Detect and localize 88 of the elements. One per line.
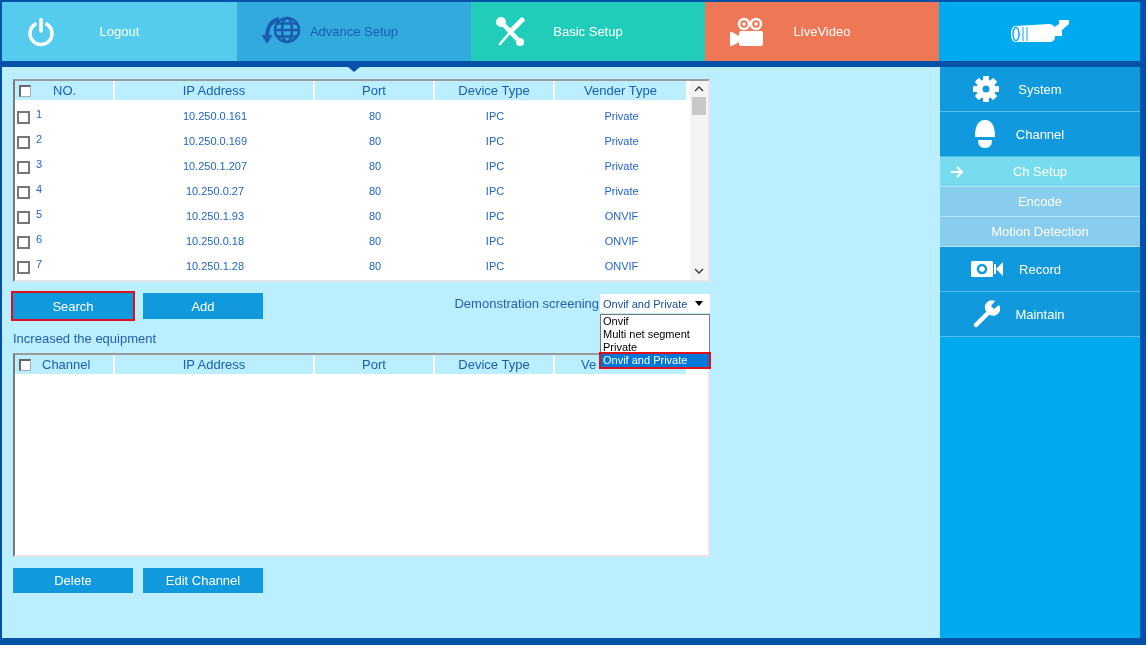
checkbox[interactable]	[19, 358, 31, 371]
nav-tab[interactable]: Logout	[2, 2, 237, 61]
column-header: Device Type	[458, 83, 530, 98]
section-title: Increased the equipment	[13, 331, 157, 347]
table-cell-text: 80	[367, 259, 383, 272]
checkbox[interactable]	[17, 211, 30, 224]
dropdown-option[interactable]: Onvif and Private	[601, 354, 709, 367]
checkbox[interactable]	[17, 111, 30, 124]
table-cell-text: Private	[603, 134, 640, 147]
column-header: Ve	[581, 357, 597, 372]
sidebar-item[interactable]: Record	[940, 247, 1140, 292]
table-cell-text: 80	[367, 134, 383, 147]
dropdown-option[interactable]: Onvif	[601, 315, 709, 328]
table-cell: 1	[36, 107, 43, 120]
wrench-icon	[972, 299, 1000, 329]
table-cell-text: 80	[367, 234, 383, 247]
arrow-right-icon	[950, 165, 964, 178]
scrollbar[interactable]	[690, 81, 708, 280]
table-cell-text: ONVIF	[603, 209, 640, 222]
edit-channel-button[interactable]: Edit Channel	[143, 568, 263, 593]
table-cell-text: IPC	[484, 109, 506, 122]
table-cell-text: 10.250.1.207	[181, 159, 249, 172]
table-cell-text: Private	[603, 184, 640, 197]
table-cell: 3	[36, 157, 43, 170]
gear-icon	[972, 75, 1000, 103]
column-header: Channel	[42, 357, 91, 372]
filter-dropdown[interactable]: Onvif and Private	[600, 294, 710, 313]
video-camera-icon	[971, 260, 1003, 278]
scrollbar-thumb[interactable]	[692, 97, 706, 115]
delete-button[interactable]: Delete	[13, 568, 133, 593]
checkbox[interactable]	[17, 136, 30, 149]
table-cell-text: IPC	[484, 209, 506, 222]
table-cell-text: 10.250.0.161	[181, 109, 249, 122]
search-button[interactable]: Search	[13, 293, 133, 319]
table-cell-text: 10.250.1.28	[184, 259, 246, 272]
column-header: Port	[362, 83, 386, 98]
filter-label: Demonstration screening	[454, 296, 599, 311]
table-cell: 7	[36, 257, 43, 270]
table-cell-text: 80	[367, 109, 383, 122]
column-header: IP Address	[182, 357, 246, 372]
add-button[interactable]: Add	[143, 293, 263, 319]
table-cell-text: IPC	[484, 184, 506, 197]
wrench-screwdriver-icon	[495, 15, 525, 48]
table-cell: 4	[36, 182, 43, 195]
nav-tab[interactable]: Advance Setup	[237, 2, 471, 61]
checkbox[interactable]	[17, 186, 30, 199]
chevron-up-icon[interactable]	[694, 86, 704, 92]
checkbox[interactable]	[17, 161, 30, 174]
table-cell-text: IPC	[484, 234, 506, 247]
table-cell: 5	[36, 207, 43, 220]
table-cell-text: 10.250.0.27	[184, 184, 246, 197]
table-cell-text: IPC	[484, 134, 506, 147]
checkbox[interactable]	[17, 261, 30, 274]
table-cell-text: 80	[367, 209, 383, 222]
dropdown-option[interactable]: Multi net segment	[601, 328, 709, 341]
table-cell-text: 10.250.0.169	[181, 134, 249, 147]
table-cell-text: ONVIF	[603, 234, 640, 247]
nav-tab[interactable]: LiveVideo	[705, 2, 939, 61]
sidebar-subitem[interactable]: Encode	[940, 187, 1140, 217]
chevron-down-icon[interactable]	[694, 268, 704, 274]
movie-camera-icon	[729, 16, 765, 47]
table-cell-text: IPC	[484, 259, 506, 272]
table-cell-text: IPC	[484, 159, 506, 172]
dropdown-option[interactable]: Private	[601, 341, 709, 354]
table-cell-text: ONVIF	[603, 259, 640, 272]
sidebar-item[interactable]: System	[940, 67, 1140, 112]
table-cell-text: 80	[367, 184, 383, 197]
table-cell-text: 10.250.0.18	[184, 234, 246, 247]
caret-icon	[695, 301, 703, 306]
table-cell: 6	[36, 232, 43, 245]
table-cell-text: Private	[603, 159, 640, 172]
column-header: IP Address	[182, 83, 246, 98]
table-cell-text: 10.250.1.93	[184, 209, 246, 222]
table-cell-text: Private	[603, 109, 640, 122]
checkbox[interactable]	[17, 236, 30, 249]
nav-tab[interactable]: Basic Setup	[471, 2, 705, 61]
column-header: Device Type	[458, 357, 530, 372]
column-header: Vender Type	[584, 83, 657, 98]
power-icon	[26, 16, 56, 47]
sidebar-subitem[interactable]: Motion Detection	[940, 217, 1140, 247]
sidebar-item[interactable]: Maintain	[940, 292, 1140, 337]
column-header: NO.	[53, 83, 77, 98]
table-cell-text: 80	[367, 159, 383, 172]
table-cell: 2	[36, 132, 43, 145]
sidebar-item[interactable]: Channel	[940, 112, 1140, 157]
checkbox[interactable]	[19, 84, 31, 97]
column-header: Port	[362, 357, 386, 372]
dome-camera-icon	[972, 118, 998, 150]
